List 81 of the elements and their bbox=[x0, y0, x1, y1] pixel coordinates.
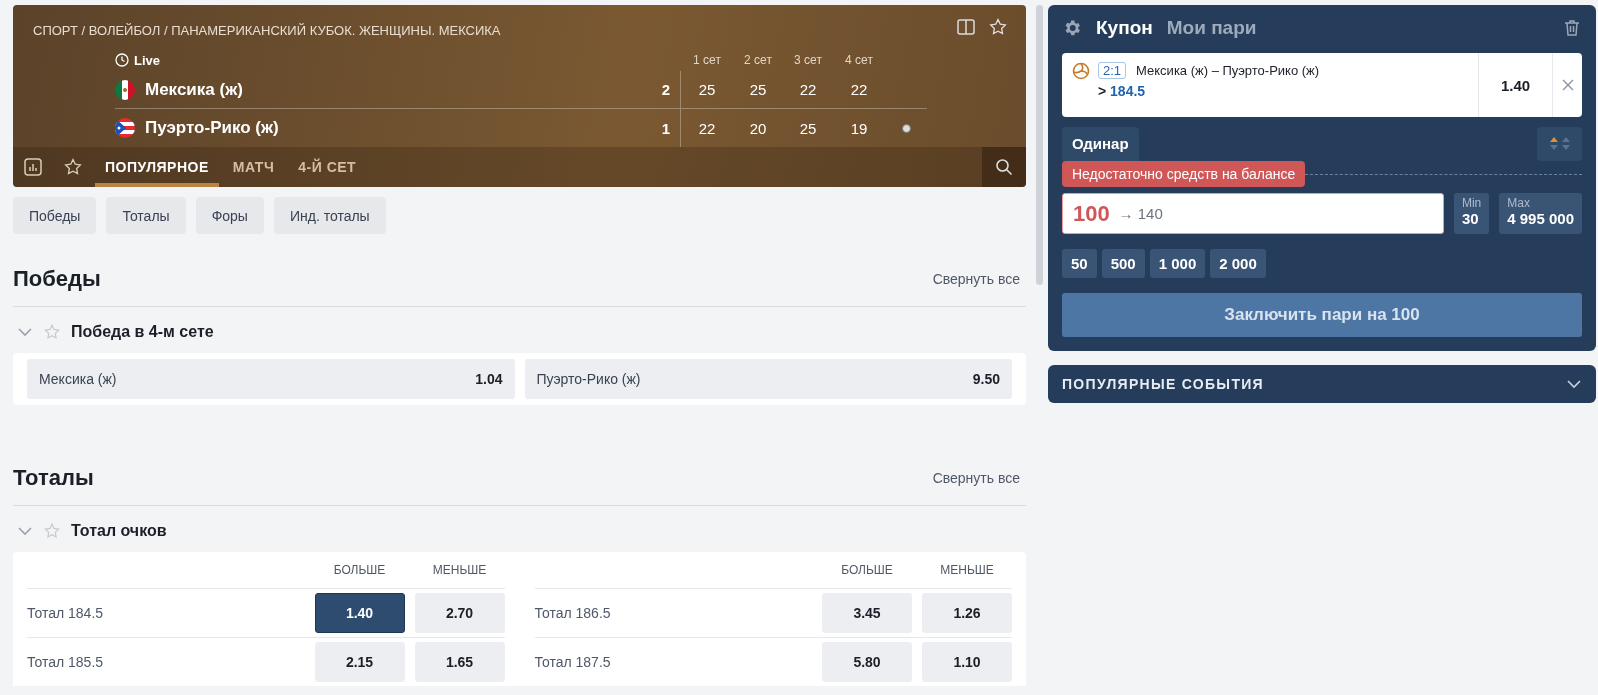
quick-amount-button[interactable]: 500 bbox=[1101, 249, 1145, 278]
volleyball-icon bbox=[1072, 62, 1090, 80]
coupon-tab[interactable]: Купон bbox=[1096, 17, 1153, 39]
search-icon bbox=[995, 158, 1013, 176]
set-header: 1 сет bbox=[692, 53, 722, 67]
min-stake: Min 30 bbox=[1453, 193, 1490, 234]
collapse-all-link[interactable]: Свернуть все bbox=[932, 470, 1026, 486]
bet-odds: 1.40 bbox=[1478, 53, 1552, 117]
error-tooltip: Недостаточно средств на балансе bbox=[1062, 161, 1306, 187]
odds-button[interactable]: 1.10 bbox=[922, 642, 1012, 682]
chart-icon bbox=[23, 157, 43, 177]
set-header: 2 сет bbox=[743, 53, 773, 67]
section-title: Тоталы bbox=[13, 465, 94, 491]
match-name: Мексика (ж) – Пуэрто-Рико (ж) bbox=[1136, 63, 1320, 78]
breadcrumb: СПОРТ / ВОЛЕЙБОЛ / ПАНАМЕРИКАНСКИЙ КУБОК. ЖЕНЩИНЫ. МЕКСИКА bbox=[33, 23, 501, 38]
star-icon[interactable] bbox=[43, 522, 61, 540]
set-score: 22 bbox=[798, 81, 818, 98]
market-tab[interactable]: 4-Й СЕТ bbox=[288, 147, 367, 187]
popular-events-header[interactable]: ПОПУЛЯРНЫЕ СОБЫТИЯ bbox=[1048, 365, 1596, 403]
split-view-icon[interactable] bbox=[956, 17, 976, 37]
column-header: БОЛЬШЕ bbox=[332, 562, 387, 579]
odds-button[interactable]: 1.26 bbox=[922, 593, 1012, 633]
set-score: 22 bbox=[697, 119, 717, 137]
stake-amount-input[interactable]: 100 bbox=[1073, 200, 1113, 227]
total-label: Тотал 184.5 bbox=[27, 605, 105, 621]
odds-button[interactable]: 5.80 bbox=[822, 642, 912, 682]
set-header: 4 сет bbox=[844, 53, 874, 67]
bet-type-tab[interactable]: Одинар bbox=[1062, 127, 1139, 161]
quick-amount-button[interactable]: 2 000 bbox=[1210, 249, 1266, 278]
trash-icon[interactable] bbox=[1562, 18, 1582, 38]
live-label: Live bbox=[134, 52, 160, 68]
quick-amount-button[interactable]: 1 000 bbox=[1149, 249, 1206, 278]
set-score: 19 bbox=[849, 119, 869, 137]
search-button[interactable] bbox=[982, 147, 1026, 187]
score-tag: 2:1 bbox=[1098, 62, 1127, 79]
set-score: 22 bbox=[849, 81, 869, 98]
collapse-all-link[interactable]: Свернуть все bbox=[932, 271, 1026, 287]
market-title: Победа в 4-м сете bbox=[71, 323, 214, 341]
bet-pick: > 184.5 bbox=[1098, 83, 1147, 99]
team-name: Мексика (ж) bbox=[145, 79, 243, 100]
set-score: 25 bbox=[798, 119, 818, 137]
flag-icon bbox=[115, 118, 135, 138]
odds-button[interactable]: 1.65 bbox=[414, 642, 505, 682]
total-label: Тотал 187.5 bbox=[534, 654, 612, 670]
column-header: МЕНЬШЕ bbox=[939, 562, 995, 579]
filter-chip[interactable]: Форы bbox=[195, 197, 264, 234]
star-icon[interactable] bbox=[43, 323, 61, 341]
odds-button[interactable]: 2.70 bbox=[414, 593, 505, 633]
set-score: 20 bbox=[748, 119, 768, 137]
filter-chip[interactable]: Победы bbox=[13, 197, 97, 234]
market-tab[interactable]: МАТЧ bbox=[222, 147, 285, 187]
market-tab[interactable]: ПОПУЛЯРНОЕ bbox=[95, 147, 219, 187]
close-icon bbox=[1561, 79, 1574, 91]
filter-chip[interactable]: Инд. тоталы bbox=[273, 197, 386, 234]
match-score: 1 bbox=[641, 109, 681, 147]
market-title: Тотал очков bbox=[71, 522, 167, 540]
filter-chip[interactable]: Тоталы bbox=[106, 197, 186, 234]
column-header: МЕНЬШЕ bbox=[431, 562, 488, 579]
section-title: Победы bbox=[13, 266, 101, 292]
quick-amount-button[interactable]: 50 bbox=[1062, 249, 1097, 278]
odds-button[interactable]: 2.15 bbox=[314, 642, 405, 682]
payout-hint: → 140 bbox=[1118, 205, 1163, 222]
star-icon[interactable] bbox=[988, 17, 1008, 37]
flag-icon bbox=[115, 79, 135, 100]
set-header: 3 сет bbox=[793, 53, 823, 67]
total-label: Тотал 185.5 bbox=[27, 654, 105, 670]
max-stake: Max 4 995 000 bbox=[1499, 193, 1582, 234]
star-icon[interactable] bbox=[63, 157, 83, 177]
place-bet-button[interactable]: Заключить пари на 100 bbox=[1062, 293, 1582, 337]
set-score: 25 bbox=[748, 81, 768, 98]
total-label: Тотал 186.5 bbox=[534, 605, 612, 621]
odds-button[interactable]: 3.45 bbox=[822, 593, 912, 633]
outcome-button[interactable]: Мексика (ж) 1.04 bbox=[27, 359, 515, 399]
odds-button[interactable]: 1.40 bbox=[314, 593, 405, 633]
coupon-tab[interactable]: Мои пари bbox=[1166, 17, 1257, 39]
outcome-button[interactable]: Пуэрто-Рико (ж) 9.50 bbox=[524, 359, 1012, 399]
set-score: 25 bbox=[697, 81, 717, 98]
column-header: БОЛЬШЕ bbox=[840, 562, 894, 579]
team-name: Пуэрто-Рико (ж) bbox=[145, 118, 279, 138]
clock-icon bbox=[115, 53, 129, 67]
match-score: 2 bbox=[641, 71, 681, 108]
